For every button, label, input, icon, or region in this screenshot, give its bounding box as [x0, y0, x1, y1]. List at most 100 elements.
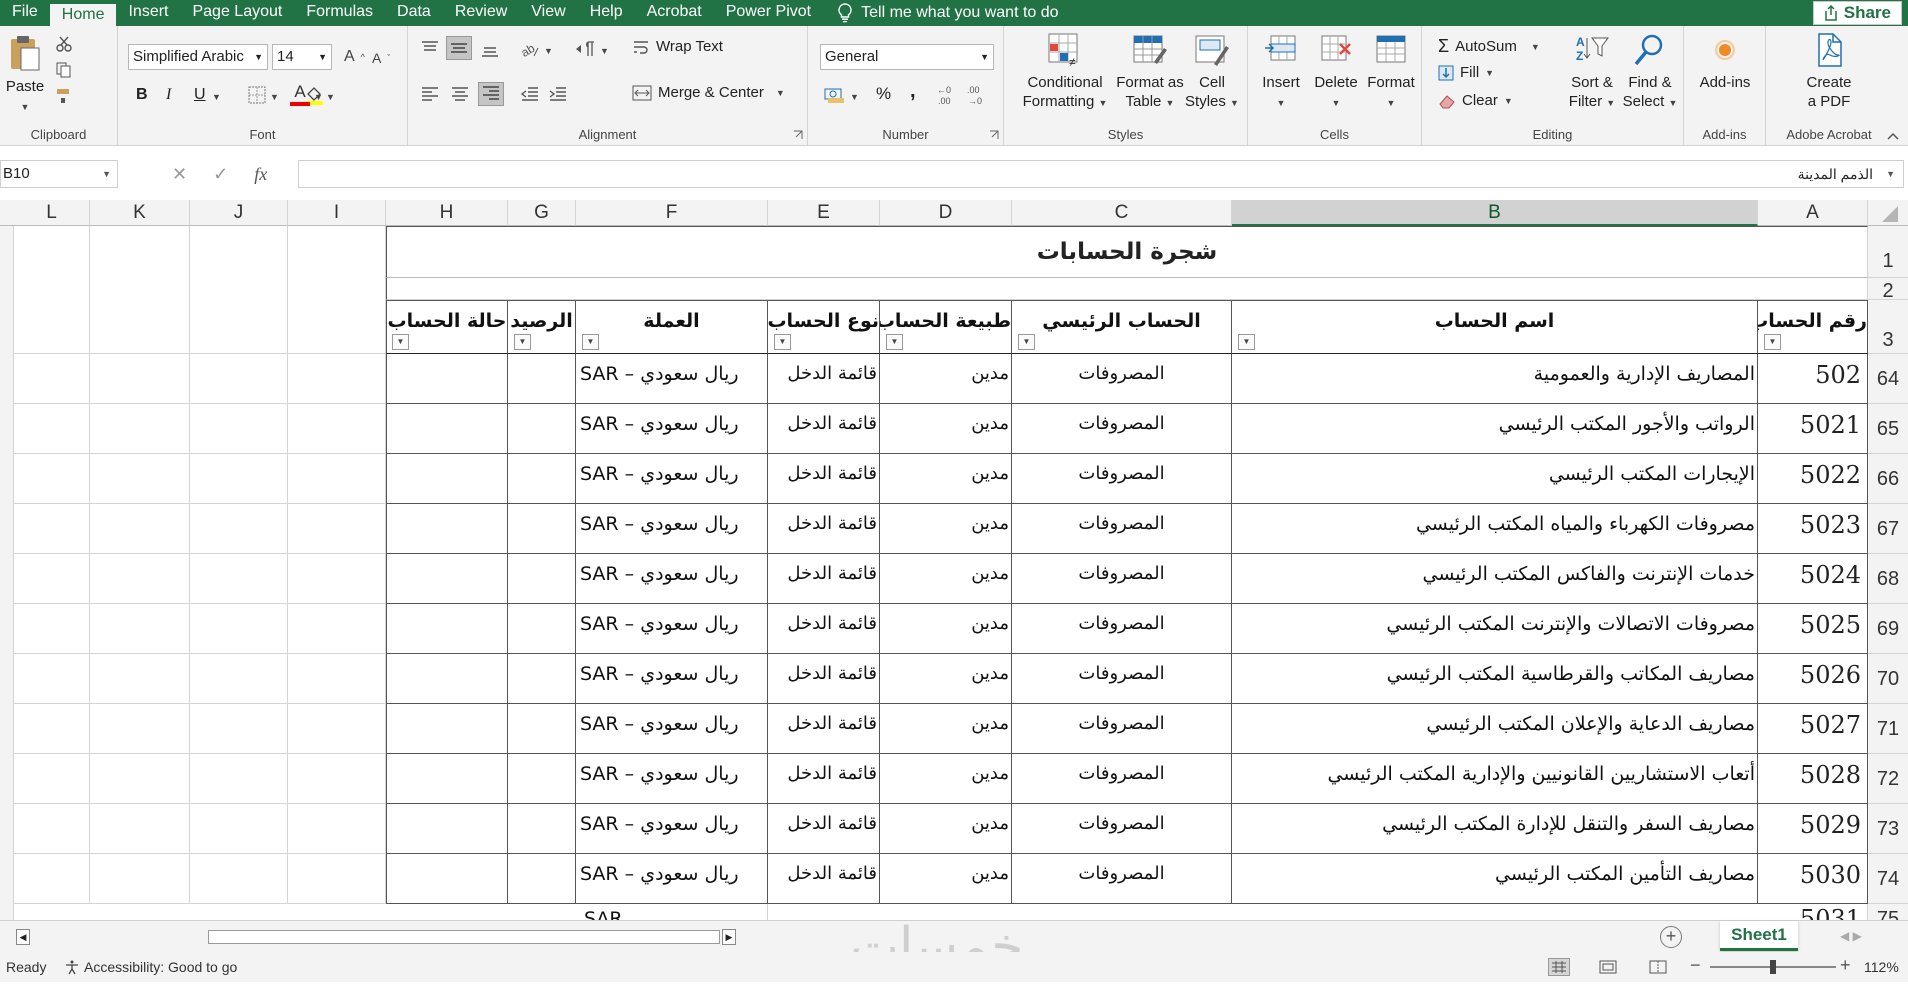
row-header-68[interactable]: 68 — [1868, 554, 1908, 604]
cell-k[interactable] — [90, 354, 190, 404]
column-header-e[interactable]: E — [768, 200, 880, 226]
dialog-launcher-icon[interactable] — [793, 130, 803, 140]
cell-j[interactable] — [190, 704, 288, 754]
cut-icon[interactable] — [56, 36, 72, 52]
filter-dropdown-g-icon[interactable]: ▼ — [514, 334, 531, 350]
cell-account-code-partial[interactable]: 5031 — [1758, 904, 1868, 920]
cell-k[interactable] — [90, 504, 190, 554]
cell-i[interactable] — [288, 504, 386, 554]
column-header-j[interactable]: J — [190, 200, 288, 226]
cell-currency[interactable]: ريال سعودي – SAR — [576, 654, 768, 704]
cell-parent-account[interactable]: المصروفات — [1012, 604, 1232, 654]
cell-j[interactable] — [190, 854, 288, 904]
cell-status[interactable] — [386, 754, 508, 804]
column-header-a[interactable]: A — [1758, 200, 1868, 226]
align-right-button[interactable] — [478, 82, 504, 106]
row-header-2[interactable]: 2 — [1868, 278, 1908, 302]
cell-account-type[interactable]: قائمة الدخل — [768, 604, 880, 654]
cell-i-top[interactable] — [288, 226, 386, 354]
cell-l[interactable] — [14, 454, 90, 504]
menu-tab-help[interactable]: Help — [578, 0, 635, 26]
insert-cells-button[interactable]: Insert ▼ — [1254, 32, 1308, 113]
cell-nature[interactable]: مدين — [880, 704, 1012, 754]
cell-account-type[interactable]: قائمة الدخل — [768, 454, 880, 504]
cell-status[interactable] — [386, 854, 508, 904]
cell-i[interactable] — [288, 454, 386, 504]
cell-parent-account[interactable]: المصروفات — [1012, 854, 1232, 904]
increase-decimal-icon[interactable]: ←0.00 — [936, 84, 960, 106]
cell-parent-account[interactable]: المصروفات — [1012, 654, 1232, 704]
cell-i[interactable] — [288, 654, 386, 704]
cell-nature[interactable]: مدين — [880, 554, 1012, 604]
cell-parent-account[interactable]: المصروفات — [1012, 804, 1232, 854]
cell-k-top[interactable] — [90, 226, 190, 354]
cell-j[interactable] — [190, 554, 288, 604]
percent-button[interactable]: % — [876, 84, 891, 104]
filter-dropdown-b-icon[interactable]: ▼ — [1238, 334, 1255, 350]
fill-button[interactable]: Fill ▼ — [1438, 64, 1494, 81]
cell-l[interactable] — [14, 804, 90, 854]
cell-balance[interactable] — [508, 454, 576, 504]
column-header-g[interactable]: G — [508, 200, 576, 226]
cell-parent-account[interactable]: المصروفات — [1012, 704, 1232, 754]
cell-nature[interactable]: مدين — [880, 454, 1012, 504]
sheet-tab-sheet1[interactable]: Sheet1 — [1720, 921, 1798, 951]
dialog-launcher-icon[interactable] — [989, 130, 999, 140]
header-c[interactable]: الحساب الرئيسي — [1012, 300, 1232, 354]
vertical-scrollbar[interactable] — [0, 226, 14, 920]
menu-tab-formulas[interactable]: Formulas — [294, 0, 385, 26]
cell-currency[interactable]: ريال سعودي – SAR — [576, 804, 768, 854]
underline-button[interactable]: U — [194, 86, 206, 104]
filter-dropdown-h-icon[interactable]: ▼ — [392, 334, 409, 350]
sheet-title[interactable]: شجرة الحسابات — [386, 226, 1868, 278]
align-center-icon[interactable] — [450, 86, 470, 102]
cell-parent-account[interactable]: المصروفات — [1012, 554, 1232, 604]
cell-account-type[interactable]: قائمة الدخل — [768, 654, 880, 704]
cell-balance[interactable] — [508, 604, 576, 654]
cell-currency[interactable]: ريال سعودي – SAR — [576, 704, 768, 754]
cell-i[interactable] — [288, 354, 386, 404]
cell-account-name[interactable]: خدمات الإنترنت والفاكس المكتب الرئيسي — [1232, 554, 1758, 604]
comma-button[interactable]: , — [910, 80, 916, 103]
cell-j-top[interactable] — [190, 226, 288, 354]
cell-currency[interactable]: ريال سعودي – SAR — [576, 504, 768, 554]
row-header-66[interactable]: 66 — [1868, 454, 1908, 504]
cell-account-code[interactable]: 5021 — [1758, 404, 1868, 454]
menu-tab-page-layout[interactable]: Page Layout — [180, 0, 294, 26]
cell-j[interactable] — [190, 754, 288, 804]
header-b[interactable]: اسم الحساب — [1232, 300, 1758, 354]
cell-status[interactable] — [386, 654, 508, 704]
cell-balance[interactable] — [508, 504, 576, 554]
normal-view-icon[interactable] — [1548, 958, 1570, 976]
cell-styles-button[interactable]: Cell Styles ▼ — [1182, 32, 1242, 113]
cell-currency[interactable]: ريال سعودي – SAR — [576, 554, 768, 604]
cell-account-type[interactable]: قائمة الدخل — [768, 854, 880, 904]
cell-k[interactable] — [90, 854, 190, 904]
menu-tab-view[interactable]: View — [519, 0, 577, 26]
cell-l[interactable] — [14, 504, 90, 554]
cell-account-code[interactable]: 5027 — [1758, 704, 1868, 754]
cell-l[interactable] — [14, 554, 90, 604]
conditional-formatting-button[interactable]: ≠ Conditional Formatting ▼ — [1016, 32, 1114, 113]
row-header-73[interactable]: 73 — [1868, 804, 1908, 854]
cell-parent-account[interactable]: المصروفات — [1012, 504, 1232, 554]
cell-k[interactable] — [90, 704, 190, 754]
cell-balance[interactable] — [508, 704, 576, 754]
cell-currency[interactable]: ريال سعودي – SAR — [576, 354, 768, 404]
cell-k[interactable] — [90, 404, 190, 454]
zoom-level[interactable]: 112% — [1864, 959, 1899, 975]
cell-status[interactable] — [386, 554, 508, 604]
cell-account-code[interactable]: 5030 — [1758, 854, 1868, 904]
cell-account-type[interactable]: قائمة الدخل — [768, 554, 880, 604]
cell-parent-account[interactable]: المصروفات — [1012, 404, 1232, 454]
page-layout-view-icon[interactable] — [1598, 959, 1618, 975]
cell-parent-account[interactable]: المصروفات — [1012, 454, 1232, 504]
cell-balance[interactable] — [508, 804, 576, 854]
row-header-74[interactable]: 74 — [1868, 854, 1908, 904]
cell-i[interactable] — [288, 854, 386, 904]
name-box[interactable]: B10 ▼ — [0, 160, 118, 188]
addins-button[interactable]: Add-ins — [1690, 32, 1760, 92]
cell-k[interactable] — [90, 554, 190, 604]
function-icon[interactable]: fx — [254, 164, 267, 185]
cell-i[interactable] — [288, 604, 386, 654]
